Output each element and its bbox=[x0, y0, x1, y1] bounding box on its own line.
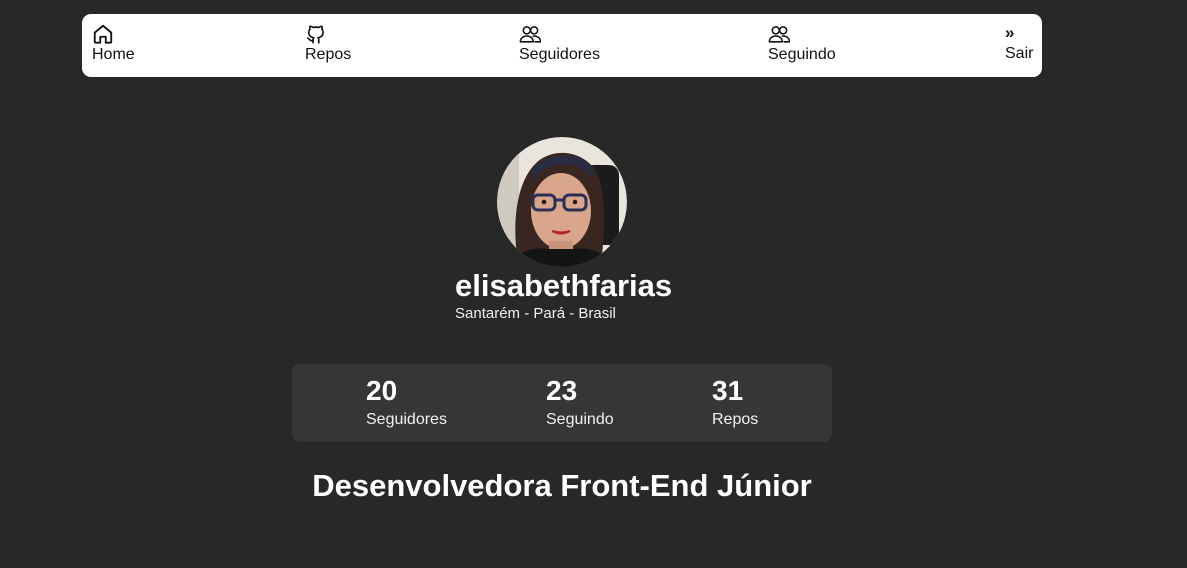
profile-bio: Desenvolvedora Front-End Júnior bbox=[312, 468, 812, 503]
nav-home-label: Home bbox=[92, 46, 135, 63]
nav-home-link[interactable]: Home bbox=[92, 23, 135, 64]
following-count: 23 bbox=[546, 375, 578, 406]
nav-logout-label: Sair bbox=[1005, 45, 1034, 62]
users-icon bbox=[768, 23, 790, 45]
users-icon bbox=[519, 23, 541, 45]
nav-followers-link[interactable]: Seguidores bbox=[519, 23, 600, 64]
following-label: Seguindo bbox=[546, 411, 614, 428]
profile-location: Santarém - Pará - Brasil bbox=[455, 305, 616, 322]
double-chevron-right-icon: » bbox=[1005, 23, 1015, 42]
nav-logout-button[interactable]: » Sair bbox=[1005, 24, 1033, 63]
stat-following[interactable]: 23 Seguindo bbox=[546, 374, 614, 429]
followers-count: 20 bbox=[366, 375, 398, 406]
top-navigation-bar: Home Repos Seguidores Seguindo » Sair bbox=[82, 14, 1042, 77]
profile-username: elisabethfarias bbox=[455, 268, 673, 303]
home-icon bbox=[92, 23, 114, 45]
nav-repos-label: Repos bbox=[305, 46, 352, 63]
followers-label: Seguidores bbox=[366, 411, 447, 428]
profile-stats-panel: 20 Seguidores 23 Seguindo 31 Repos bbox=[292, 364, 832, 442]
stat-followers[interactable]: 20 Seguidores bbox=[366, 374, 447, 429]
avatar bbox=[497, 137, 627, 267]
stat-repos[interactable]: 31 Repos bbox=[712, 374, 758, 429]
nav-following-link[interactable]: Seguindo bbox=[768, 23, 836, 64]
nav-followers-label: Seguidores bbox=[519, 46, 600, 63]
nav-repos-link[interactable]: Repos bbox=[305, 23, 351, 64]
nav-following-label: Seguindo bbox=[768, 46, 836, 63]
repos-label: Repos bbox=[712, 411, 759, 428]
github-icon bbox=[305, 23, 327, 45]
repos-count: 31 bbox=[712, 375, 744, 406]
